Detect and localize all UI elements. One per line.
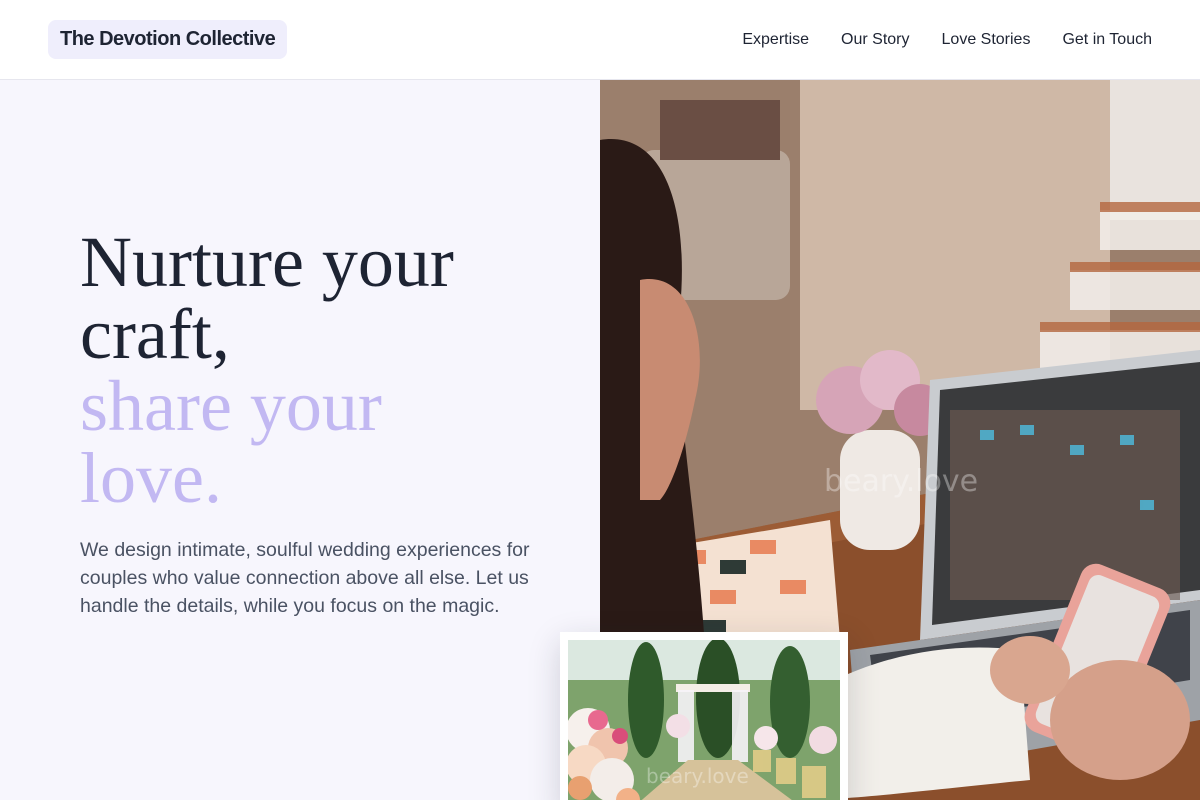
inset-wedding-photo: beary.love (568, 640, 840, 800)
inset-photo-card: beary.love (560, 632, 848, 800)
site-header: The Devotion Collective Expertise Our St… (0, 0, 1200, 80)
hero-headline: Nurture your craft, share your love. (80, 226, 560, 514)
hero-description: We design intimate, soulful wedding expe… (80, 539, 530, 617)
headline-accent-line-2: love. (80, 438, 222, 518)
inset-photo-illustration (568, 640, 840, 800)
brand-logo[interactable]: The Devotion Collective (48, 20, 288, 59)
main-nav: Expertise Our Story Love Stories Get in … (742, 31, 1152, 49)
nav-link-get-in-touch[interactable]: Get in Touch (1062, 31, 1152, 49)
nav-link-love-stories[interactable]: Love Stories (942, 31, 1031, 49)
nav-link-expertise[interactable]: Expertise (742, 31, 809, 49)
hero-text-panel: Nurture your craft, share your love. We … (0, 80, 600, 800)
headline-accent-line-1: share your (80, 366, 382, 446)
headline-line-1: Nurture your (80, 222, 454, 302)
nav-link-our-story[interactable]: Our Story (841, 31, 909, 49)
headline-line-2: craft, (80, 294, 230, 374)
